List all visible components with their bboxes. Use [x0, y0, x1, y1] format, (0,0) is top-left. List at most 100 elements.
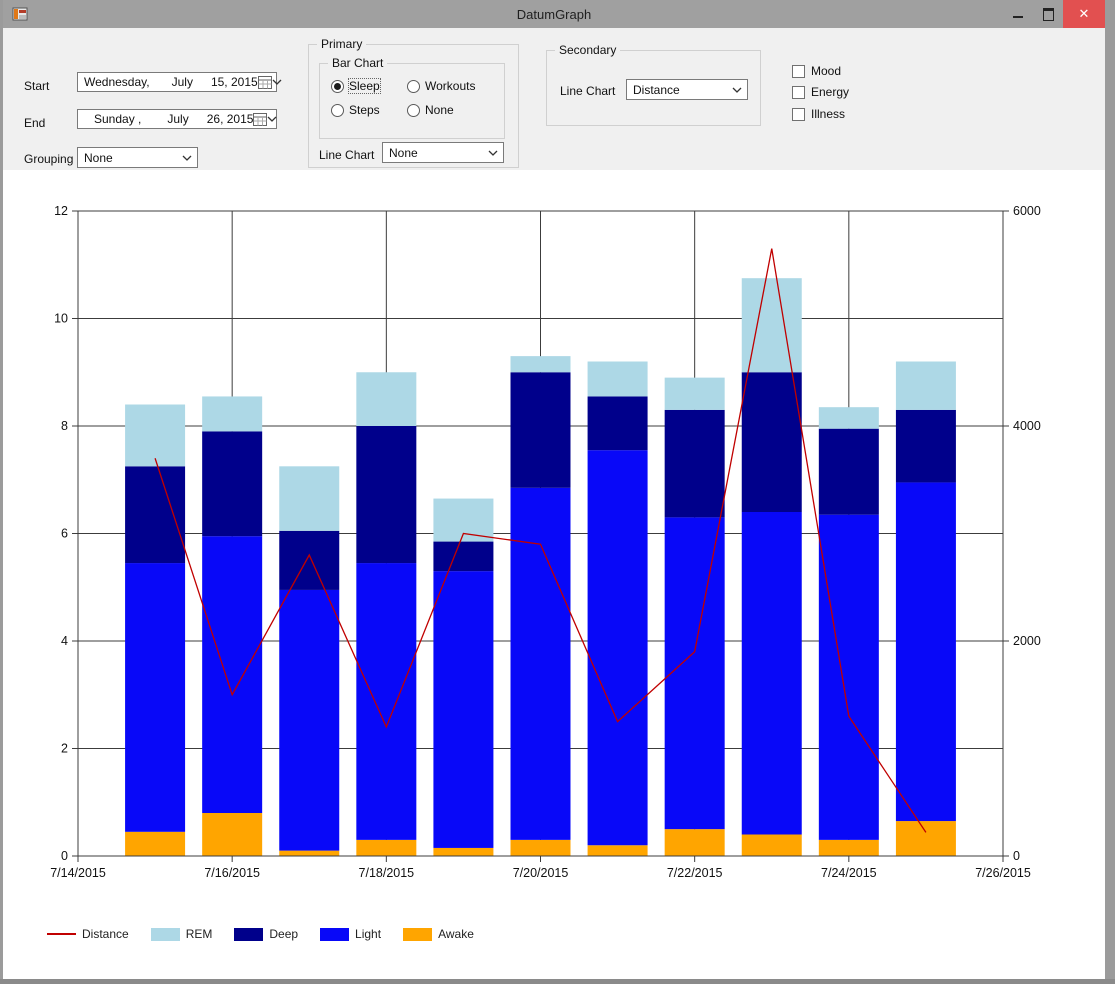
bar-segment-light — [125, 563, 186, 832]
grouping-select[interactable]: None — [77, 147, 198, 168]
left-axis-label: 12 — [54, 204, 68, 218]
checkbox-mood[interactable]: Mood — [792, 64, 841, 78]
checkbox-energy[interactable]: Energy — [792, 85, 849, 99]
radio-sleep[interactable]: Sleep — [331, 78, 381, 94]
bar-segment-deep — [664, 409, 725, 518]
bar-segment-deep — [125, 466, 186, 564]
bar-segment-light — [818, 514, 879, 840]
legend-label: Light — [355, 927, 382, 941]
bar-segment-light — [741, 512, 802, 835]
x-axis-label: 7/18/2015 — [359, 866, 415, 880]
end-day-year: 26, 2015 — [206, 112, 254, 126]
left-axis-label: 10 — [54, 312, 68, 326]
radio-icon — [331, 79, 344, 93]
calendar-icon — [253, 112, 268, 126]
bar-segment-awake — [279, 850, 340, 856]
checkbox-illness[interactable]: Illness — [792, 107, 845, 121]
maximize-button[interactable] — [1033, 0, 1063, 28]
bar-segment-light — [433, 571, 494, 848]
right-axis-label: 4000 — [1013, 419, 1041, 433]
start-date-picker[interactable]: Wednesday, July 15, 2015 — [77, 72, 282, 92]
grouping-label: Grouping — [24, 152, 74, 166]
start-month: July — [171, 75, 193, 89]
chevron-down-icon — [488, 150, 498, 156]
grouping-value: None — [84, 150, 113, 165]
bar-segment-rem — [818, 407, 879, 429]
radio-steps[interactable]: Steps — [331, 103, 380, 117]
right-axis-label: 2000 — [1013, 634, 1041, 648]
chart-legend: Distance REM Deep Light Awake — [47, 927, 496, 941]
checkbox-icon — [792, 64, 805, 78]
end-weekday: Sunday , — [94, 112, 142, 126]
bar-segment-awake — [895, 821, 956, 856]
primary-line-chart-select[interactable]: None — [382, 142, 504, 163]
radio-none-label: None — [425, 103, 454, 117]
left-axis-label: 8 — [61, 419, 68, 433]
bar-segment-rem — [279, 466, 340, 531]
bar-segment-awake — [587, 845, 648, 856]
bar-segment-rem — [895, 361, 956, 410]
bar-segment-awake — [741, 834, 802, 856]
sleep-distance-chart: 0 2 4 6 8 10 12 0 2000 4000 6000 7/14/2015 7/16/2015… — [50, 204, 1041, 880]
radio-icon — [331, 103, 344, 117]
title-bar[interactable]: DatumGraph ✕ — [3, 0, 1105, 28]
left-axis-label: 6 — [61, 527, 68, 541]
bar-segment-deep — [202, 431, 263, 537]
radio-icon — [407, 103, 420, 117]
bar-segment-deep — [587, 396, 648, 451]
left-axis-label: 0 — [61, 849, 68, 863]
end-date-picker[interactable]: Sunday , July 26, 2015 — [77, 109, 277, 129]
secondary-group-label: Secondary — [555, 43, 621, 57]
bar-segment-light — [356, 563, 417, 840]
bar-segment-awake — [125, 831, 186, 856]
legend-label: REM — [185, 927, 213, 941]
bar-segment-rem — [664, 377, 725, 410]
end-label: End — [24, 116, 46, 130]
chevron-down-icon[interactable] — [267, 116, 277, 122]
app-window: DatumGraph ✕ Start Wednesday, July 15, 2… — [0, 0, 1115, 979]
x-axis-label: 7/24/2015 — [821, 866, 877, 880]
bar-segment-deep — [818, 428, 879, 515]
chevron-down-icon — [732, 87, 742, 93]
bar-segment-light — [587, 450, 648, 846]
bar-segment-rem — [356, 372, 417, 426]
legend-swatch — [403, 927, 433, 941]
primary-groupbox: Primary Bar Chart Sleep Workouts Steps N… — [308, 37, 519, 168]
calendar-icon — [257, 75, 272, 89]
radio-workouts[interactable]: Workouts — [407, 79, 475, 93]
radio-none[interactable]: None — [407, 103, 454, 117]
primary-group-label: Primary — [317, 37, 367, 51]
close-icon: ✕ — [1078, 6, 1090, 21]
bar-segment-awake — [433, 847, 494, 856]
primary-line-chart-label: Line Chart — [319, 148, 375, 162]
minimize-icon — [1013, 16, 1023, 18]
checkbox-illness-label: Illness — [811, 107, 846, 121]
maximize-icon — [1042, 7, 1054, 21]
window-title: DatumGraph — [516, 6, 592, 22]
start-weekday: Wednesday, — [84, 75, 150, 89]
bar-segment-awake — [510, 839, 571, 856]
checkbox-icon — [792, 107, 805, 121]
minimize-button[interactable] — [1003, 0, 1033, 28]
bar-segment-awake — [818, 839, 879, 856]
bar-segment-light — [510, 487, 571, 840]
secondary-line-chart-value: Distance — [633, 82, 680, 97]
bar-segment-deep — [895, 409, 956, 483]
x-axis-label: 7/16/2015 — [204, 866, 260, 880]
legend-item-awake: Awake — [403, 927, 474, 941]
right-axis-label: 6000 — [1013, 204, 1041, 218]
bar-segment-rem — [587, 361, 648, 397]
bar-segment-rem — [125, 404, 186, 467]
end-month: July — [167, 112, 189, 126]
legend-item-rem: REM — [150, 927, 213, 941]
secondary-line-chart-select[interactable]: Distance — [626, 79, 748, 100]
chevron-down-icon[interactable] — [272, 79, 282, 85]
legend-label: Awake — [438, 927, 474, 941]
checkbox-icon — [792, 85, 805, 99]
bar-segment-deep — [741, 372, 802, 512]
plot: 0 2 4 6 8 10 12 0 2000 4000 6000 7/14/2015 7/16/2015… — [50, 204, 1041, 880]
checkbox-energy-label: Energy — [811, 85, 850, 99]
start-day-year: 15, 2015 — [210, 75, 258, 89]
close-button[interactable]: ✕ — [1063, 0, 1105, 28]
bar-segment-awake — [356, 839, 417, 856]
